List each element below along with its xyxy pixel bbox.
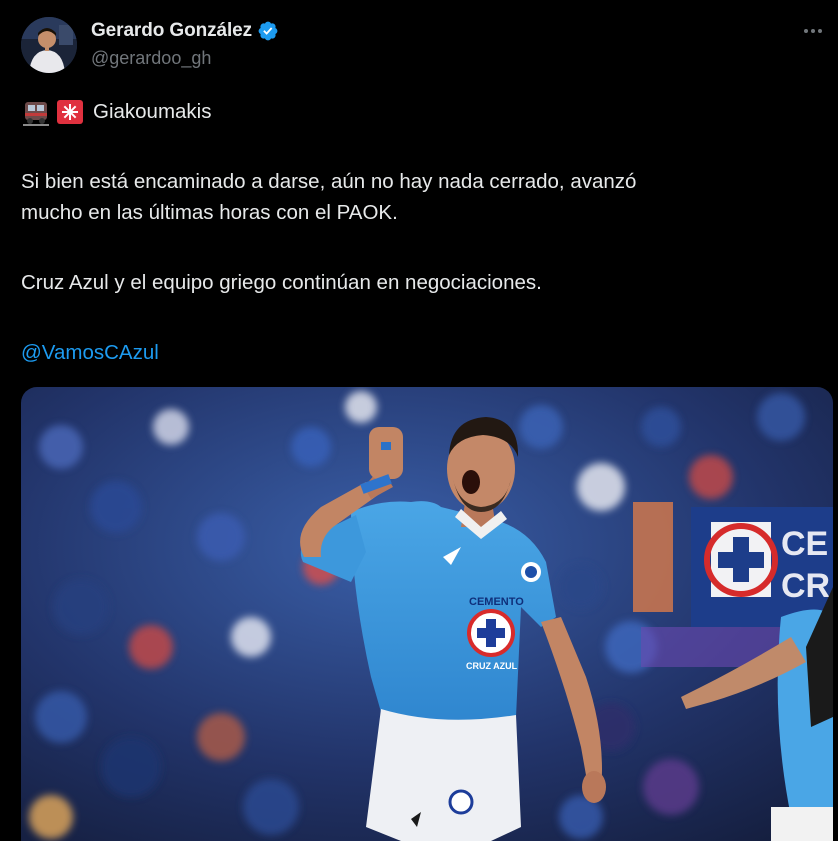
tweet-media-photo[interactable]: CE CR CEMENTO CRUZ AZUL: [21, 387, 833, 841]
author-display-name[interactable]: Gerardo González: [91, 20, 252, 42]
jersey-sponsor-text: CEMENTO: [469, 596, 524, 608]
siren-emoji-icon: [57, 99, 83, 124]
mention-link[interactable]: @VamosCAzul: [21, 341, 159, 364]
tweet-paragraph-1-line-1: Si bien está encaminado a darse, aún no …: [21, 170, 637, 193]
tweet-paragraph-2: Cruz Azul y el equipo griego continúan e…: [21, 271, 542, 294]
author-handle[interactable]: @gerardoo_gh: [91, 48, 211, 69]
tweet-title: Giakoumakis: [93, 100, 212, 123]
author-avatar[interactable]: [21, 17, 77, 73]
ellipsis-icon: [804, 29, 808, 33]
tweet-text: Giakoumakis Si bien está encaminado a da…: [21, 96, 821, 368]
banner-text-2: CR: [781, 567, 830, 605]
train-emoji-icon: [23, 101, 49, 126]
player-photo: CE CR CEMENTO CRUZ AZUL: [21, 387, 833, 841]
verified-badge-icon: [258, 21, 278, 41]
banner-text: CE: [781, 525, 828, 563]
more-options-button[interactable]: [798, 18, 828, 44]
author-name-row: Gerardo González: [91, 19, 279, 43]
user-avatar-icon: [21, 17, 77, 73]
tweet-title-row: Giakoumakis: [21, 96, 821, 127]
jersey-club-text: CRUZ AZUL: [466, 661, 518, 671]
tweet-paragraph-1-line-2: mucho en las últimas horas con el PAOK.: [21, 201, 398, 224]
